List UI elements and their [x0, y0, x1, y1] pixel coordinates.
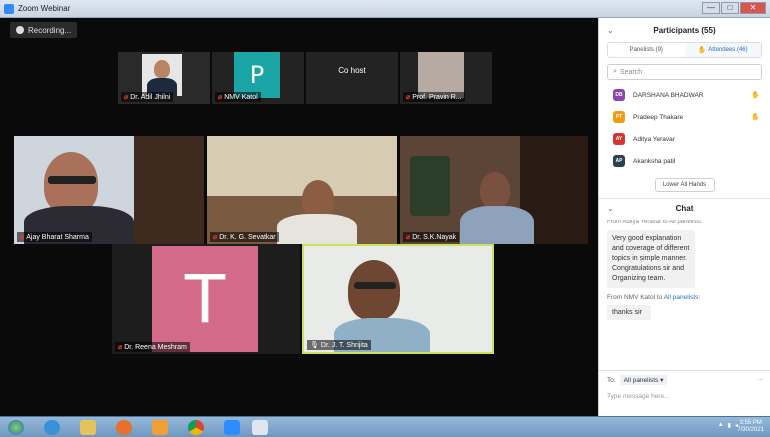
video-tile[interactable]: ⌀ Ajay Bharat Sharma — [14, 136, 204, 244]
clock[interactable]: 3:55 PM 7/30/2021 — [737, 420, 764, 434]
muted-mic-icon: ⌀ — [406, 94, 411, 101]
avatar: PT — [613, 111, 625, 123]
lower-all-hands-button[interactable]: Lower All Hands — [654, 178, 715, 192]
participant-photo — [480, 172, 510, 208]
list-item[interactable]: DB DARSHANA BHADWAR ✋ — [599, 84, 770, 106]
folder-icon[interactable] — [80, 420, 96, 435]
participant-name: Pradeep Thakare — [633, 113, 684, 121]
participant-name: Aditya Yeravar — [633, 135, 675, 143]
participant-name: ⌀ Prof. Pravin R... — [403, 92, 465, 102]
list-item[interactable]: AY Aditya Yeravar — [599, 128, 770, 150]
participant-name: ⌀ Dr. Adil Jhilni — [121, 92, 174, 102]
video-gallery: Recording... ⌀ Dr. Adil Jhilni P ⌀ NMV Kat… — [0, 18, 598, 416]
muted-mic-icon: ⌀ — [213, 234, 218, 241]
clock-time: 3:55 PM — [739, 420, 762, 426]
raised-hand-icon: ✋ — [751, 92, 760, 99]
clock-date: 7/30/2021 — [737, 427, 764, 433]
muted-mic-icon: ⌀ — [118, 344, 123, 351]
media-player-icon[interactable] — [152, 420, 168, 435]
video-tile-active-speaker[interactable]: 🎙 Dr. J. T. Shrijita — [302, 244, 494, 354]
participant-photo — [142, 54, 182, 96]
participants-header: ⌄ Participants (55) — [599, 18, 770, 42]
video-tile[interactable]: T ⌀ Dr. Reena Meshram — [112, 244, 300, 354]
avatar: AY — [613, 133, 625, 145]
participant-name: ⌀ Dr. Reena Meshram — [115, 342, 190, 352]
zoom-taskbar-icon[interactable] — [224, 420, 240, 435]
participant-name: Akanksha patil — [633, 157, 676, 165]
cohost-label: Co host — [338, 66, 366, 75]
participant-name: ⌀ Ajay Bharat Sharma — [17, 232, 92, 242]
participant-photo — [348, 260, 400, 320]
tab-panelists[interactable]: Panelists (9) — [608, 43, 685, 57]
participant-name: ⌀ Dr. K. G. Sevatkar — [210, 232, 279, 242]
close-button[interactable]: ✕ — [740, 2, 766, 14]
recording-icon — [16, 26, 24, 34]
chat-input-area: To: All panelists ▾ ... Type message her… — [599, 370, 770, 416]
window-taskbar-icon[interactable] — [252, 420, 268, 435]
video-tile[interactable]: P ⌀ NMV Katol — [212, 52, 304, 104]
participant-name: 🎙 Dr. J. T. Shrijita — [307, 340, 371, 350]
chat-sender-line: From NMV Katol to All panelists: — [607, 294, 701, 301]
avatar: AP — [613, 155, 625, 167]
participant-list: DB DARSHANA BHADWAR ✋ PT Pradeep Thakare… — [599, 84, 770, 172]
arrow-up-icon[interactable]: ▲ — [718, 422, 724, 429]
video-tile[interactable]: Co host — [306, 52, 398, 104]
muted-mic-icon: ⌀ — [218, 94, 223, 101]
participant-name: ⌀ Dr. S.K.Nayak — [403, 232, 460, 242]
participants-title: Participants (55) — [653, 25, 716, 35]
video-tile[interactable]: ⌀ Dr. K. G. Sevatkar — [207, 136, 397, 244]
participant-name: DARSHANA BHADWAR — [633, 91, 704, 99]
window-controls: — □ ✕ — [702, 2, 766, 14]
video-tile[interactable]: ⌀ Dr. Adil Jhilni — [118, 52, 210, 104]
avatar: DB — [613, 89, 625, 101]
raised-hand-icon: ✋ — [697, 47, 707, 54]
collapse-chevron-icon[interactable]: ⌄ — [607, 26, 614, 35]
participant-tabs: Panelists (9) ✋ Attendees (46) — [607, 42, 762, 58]
list-item[interactable]: PT Pradeep Thakare ✋ — [599, 106, 770, 128]
chat-header: ⌄ Chat — [599, 198, 770, 218]
search-placeholder: Search — [619, 68, 643, 76]
recipient-select[interactable]: All panelists ▾ — [619, 375, 668, 385]
more-options-button[interactable]: ... — [758, 375, 763, 382]
window-title: Zoom Webinar — [18, 4, 71, 13]
muted-mic-icon: ⌀ — [406, 234, 411, 241]
chat-target: All panelists: — [663, 294, 701, 301]
list-item[interactable]: AP Akanksha patil — [599, 150, 770, 172]
chat-sender-line: From Aditya Yeravar to All panelists: — [607, 220, 703, 225]
zoom-logo-icon — [4, 3, 14, 14]
network-icon[interactable]: ▮ — [728, 422, 731, 429]
start-button[interactable] — [8, 420, 24, 435]
search-icon: ⌕ — [613, 68, 617, 75]
minimize-button[interactable]: — — [702, 2, 720, 14]
chat-title: Chat — [675, 204, 694, 213]
search-input[interactable]: ⌕ Search — [607, 64, 762, 80]
avatar: T — [152, 246, 258, 352]
chrome-icon[interactable] — [188, 420, 204, 435]
ie-icon[interactable] — [44, 420, 60, 435]
zoom-window: Zoom Webinar — □ ✕ Recording... ⌀ Dr. Adi… — [0, 0, 770, 437]
chat-input[interactable]: Type message here... — [607, 393, 763, 400]
maximize-button[interactable]: □ — [721, 2, 739, 14]
video-tile[interactable]: ⌀ Dr. S.K.Nayak — [400, 136, 588, 244]
participant-name: ⌀ NMV Katol — [215, 92, 261, 102]
firefox-icon[interactable] — [116, 420, 132, 435]
chat-message: Very good explanation and coverage of di… — [607, 230, 695, 288]
collapse-chevron-icon[interactable]: ⌄ — [607, 204, 614, 213]
muted-mic-icon: ⌀ — [124, 94, 129, 101]
participant-photo — [302, 180, 334, 218]
muted-mic-icon: ⌀ — [20, 234, 25, 241]
chat-message: thanks sir — [607, 305, 651, 320]
taskbar: ▲ ▮ ◂ 3:55 PM 7/30/2021 — [0, 416, 770, 437]
title-bar: Zoom Webinar — □ ✕ — [0, 0, 770, 18]
video-tile[interactable]: ⌀ Prof. Pravin R... — [400, 52, 492, 104]
raised-hand-icon: ✋ — [751, 114, 760, 121]
system-tray: ▲ ▮ ◂ — [718, 422, 738, 429]
tab-attendees[interactable]: ✋ Attendees (46) — [684, 43, 761, 57]
mic-icon: 🎙 — [310, 342, 319, 349]
recording-indicator[interactable]: Recording... — [10, 22, 78, 38]
recording-label: Recording... — [28, 25, 72, 35]
side-panel: ⌄ Participants (55) Panelists (9) ✋ Atte… — [598, 18, 770, 416]
to-label: To: — [607, 376, 616, 384]
chat-recipient-row: To: All panelists ▾ — [607, 375, 763, 385]
